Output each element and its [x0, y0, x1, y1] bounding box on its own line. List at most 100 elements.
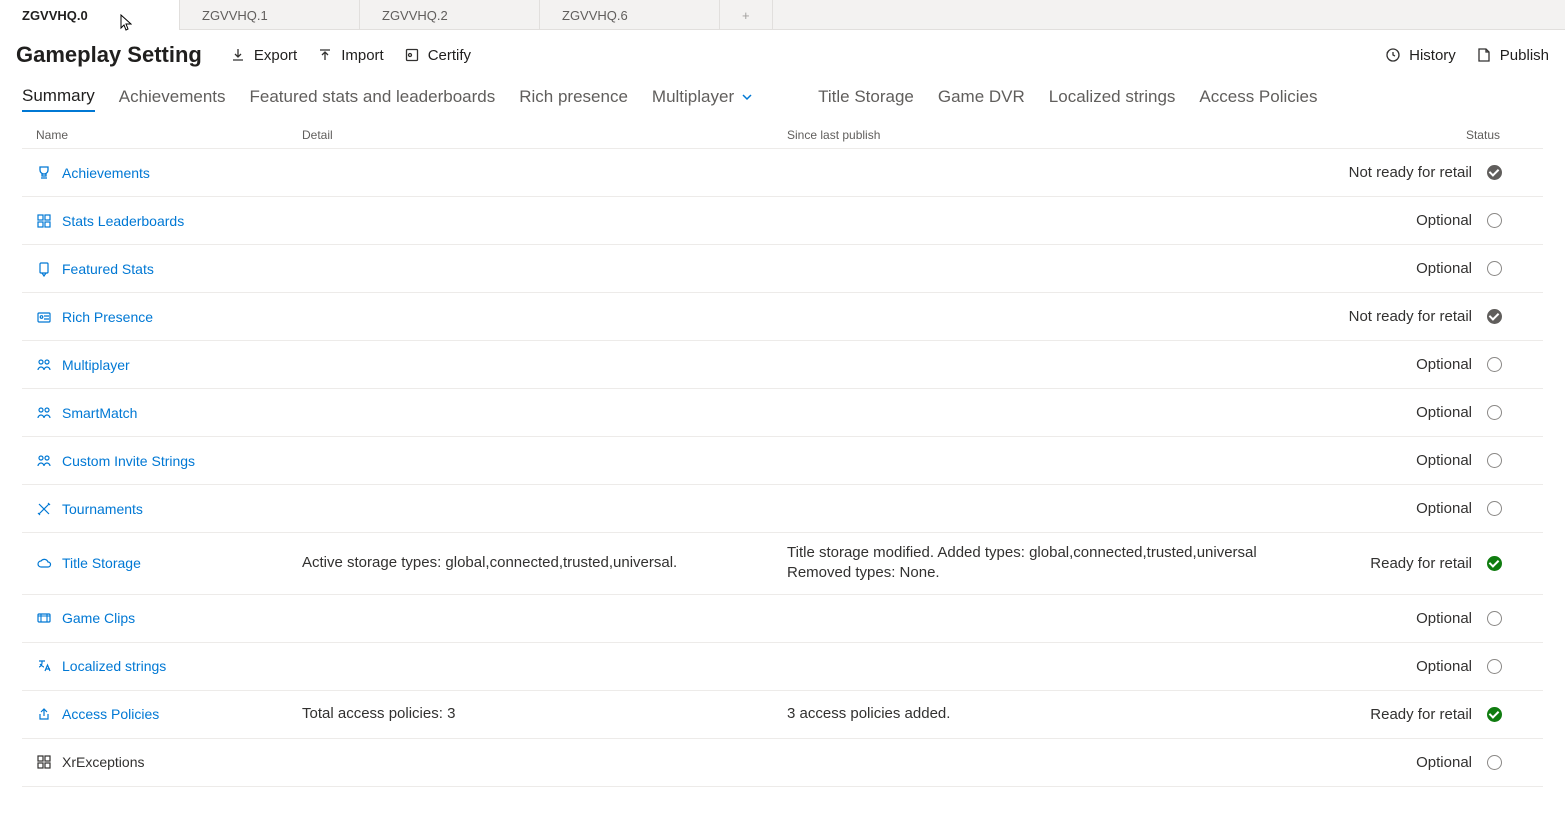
pivot-localized-strings[interactable]: Localized strings — [1049, 87, 1176, 111]
pivot-label: Rich presence — [519, 87, 628, 107]
tab-label: ZGVVHQ.0 — [22, 8, 88, 23]
status-cell: Optional — [1342, 658, 1472, 675]
certify-icon — [404, 47, 420, 63]
tab-1[interactable]: ZGVVHQ.1 — [180, 0, 360, 30]
status-icon-cell — [1472, 453, 1502, 468]
row-name-link[interactable]: Localized strings — [62, 658, 166, 674]
row-name-link[interactable]: Game Clips — [62, 610, 135, 626]
row-name-link[interactable]: Featured Stats — [62, 261, 154, 277]
status-cell: Ready for retail — [1342, 706, 1472, 723]
circle-empty-icon — [1487, 261, 1502, 276]
row-name-link[interactable]: Custom Invite Strings — [62, 453, 195, 469]
pivot-label: Access Policies — [1199, 87, 1317, 107]
circle-empty-icon — [1487, 611, 1502, 626]
grid-icon — [36, 213, 52, 229]
pivot-label: Localized strings — [1049, 87, 1176, 107]
certify-label: Certify — [428, 47, 471, 64]
detail-cell: Total access policies: 3 — [302, 704, 787, 724]
pivot-multiplayer[interactable]: Multiplayer — [652, 87, 754, 111]
history-label: History — [1409, 47, 1456, 64]
circle-empty-icon — [1487, 659, 1502, 674]
header-actions-right: History Publish — [1385, 47, 1549, 64]
share-icon — [36, 706, 52, 722]
cloud-icon — [36, 555, 52, 571]
certify-button[interactable]: Certify — [404, 47, 471, 64]
status-icon-cell — [1472, 755, 1502, 770]
name-cell: Stats Leaderboards — [22, 213, 302, 229]
publish-icon — [1476, 47, 1492, 63]
name-cell: Multiplayer — [22, 357, 302, 373]
status-cell: Optional — [1342, 500, 1472, 517]
status-cell: Optional — [1342, 212, 1472, 229]
col-name[interactable]: Name — [22, 128, 302, 142]
tab-0[interactable]: ZGVVHQ.0 — [0, 0, 180, 30]
status-cell: Optional — [1342, 356, 1472, 373]
row-name-link[interactable]: Title Storage — [62, 555, 141, 571]
name-cell: Title Storage — [22, 555, 302, 571]
status-cell: Not ready for retail — [1342, 164, 1472, 181]
table-row: Rich Presence Not ready for retail — [22, 293, 1543, 341]
history-button[interactable]: History — [1385, 47, 1456, 64]
circle-empty-icon — [1487, 755, 1502, 770]
pivot-label: Game DVR — [938, 87, 1025, 107]
table-row: Tournaments Optional — [22, 485, 1543, 533]
status-cell: Not ready for retail — [1342, 308, 1472, 325]
row-name-link[interactable]: Rich Presence — [62, 309, 153, 325]
tab-label: ZGVVHQ.2 — [382, 8, 448, 23]
pivot-game-dvr[interactable]: Game DVR — [938, 87, 1025, 111]
table-row: Custom Invite StringsOptional — [22, 437, 1543, 485]
pivot-label: Featured stats and leaderboards — [250, 87, 496, 107]
history-icon — [1385, 47, 1401, 63]
pivot-title-storage[interactable]: Title Storage — [818, 87, 914, 111]
table-row: Achievements Not ready for retail — [22, 149, 1543, 197]
tab-label: ZGVVHQ.1 — [202, 8, 268, 23]
pivot-rich-presence[interactable]: Rich presence — [519, 87, 628, 111]
page-title: Gameplay Setting — [16, 42, 202, 68]
pivot-label: Achievements — [119, 87, 226, 107]
export-button[interactable]: Export — [230, 47, 297, 64]
table-row: Multiplayer Optional — [22, 341, 1543, 389]
pivot-summary[interactable]: Summary — [22, 86, 95, 112]
table-row: Game Clips Optional — [22, 595, 1543, 643]
pivot-access-policies[interactable]: Access Policies — [1199, 87, 1317, 111]
tab-2[interactable]: ZGVVHQ.2 — [360, 0, 540, 30]
import-label: Import — [341, 47, 384, 64]
col-detail[interactable]: Detail — [302, 128, 787, 142]
row-name-link[interactable]: Access Policies — [62, 706, 159, 722]
status-cell: Optional — [1342, 610, 1472, 627]
col-status[interactable]: Status — [1342, 128, 1502, 142]
row-name-link[interactable]: Multiplayer — [62, 357, 130, 373]
name-cell: Achievements — [22, 165, 302, 181]
name-cell: Localized strings — [22, 658, 302, 674]
table-row: SmartMatchOptional — [22, 389, 1543, 437]
publish-button[interactable]: Publish — [1476, 47, 1549, 64]
row-name-link[interactable]: Tournaments — [62, 501, 143, 517]
import-button[interactable]: Import — [317, 47, 384, 64]
header-bar: Gameplay Setting Export Import Certify H… — [0, 30, 1565, 80]
status-icon-cell — [1472, 659, 1502, 674]
row-name-link[interactable]: Stats Leaderboards — [62, 213, 184, 229]
row-name-link: XrExceptions — [62, 754, 144, 770]
since-cell: Title storage modified. Added types: glo… — [787, 543, 1342, 584]
check-circle-icon — [1487, 556, 1502, 571]
col-since[interactable]: Since last publish — [787, 128, 1342, 142]
grid-icon — [36, 754, 52, 770]
name-cell: Tournaments — [22, 501, 302, 517]
name-cell: XrExceptions — [22, 754, 302, 770]
status-cell: Optional — [1342, 260, 1472, 277]
cross-swords-icon — [36, 501, 52, 517]
grid-header: Name Detail Since last publish Status — [22, 122, 1543, 149]
row-name-link[interactable]: SmartMatch — [62, 405, 137, 421]
table-row: Stats Leaderboards Optional — [22, 197, 1543, 245]
name-cell: Featured Stats — [22, 261, 302, 277]
tab-add[interactable]: + — [720, 0, 773, 30]
upload-icon — [317, 47, 333, 63]
since-cell: 3 access policies added. — [787, 704, 1342, 724]
row-name-link[interactable]: Achievements — [62, 165, 150, 181]
pivot-label: Title Storage — [818, 87, 914, 107]
table-row: Title StorageActive storage types: globa… — [22, 533, 1543, 595]
pivot-achievements[interactable]: Achievements — [119, 87, 226, 111]
name-cell: Custom Invite Strings — [22, 453, 302, 469]
pivot-featured-stats[interactable]: Featured stats and leaderboards — [250, 87, 496, 111]
tab-3[interactable]: ZGVVHQ.6 — [540, 0, 720, 30]
